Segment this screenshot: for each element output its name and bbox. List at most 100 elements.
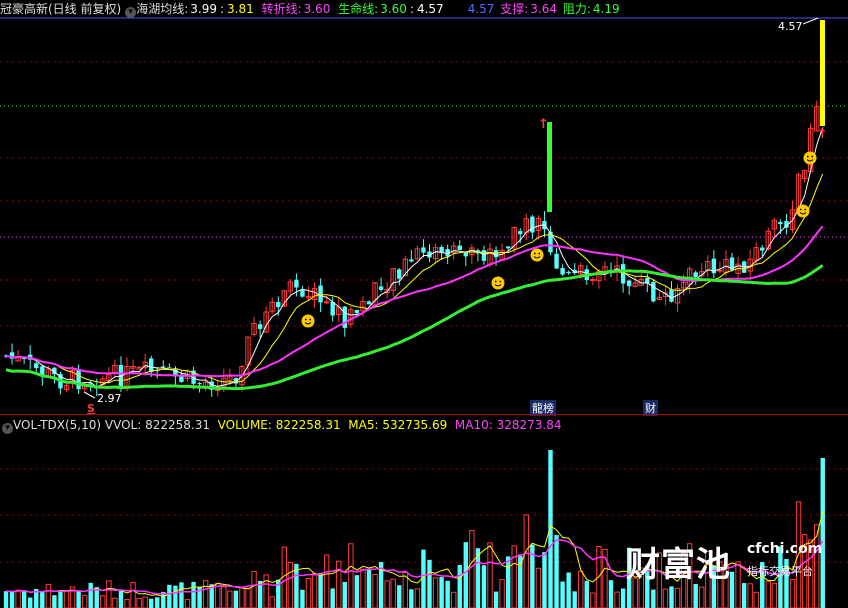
volume-bar: [202, 580, 209, 608]
candle-body: [294, 279, 299, 288]
volume-bar: [572, 591, 577, 608]
volume-bar: [348, 543, 354, 608]
volume-bar: [820, 458, 825, 608]
candle-body: [626, 280, 632, 287]
candle-body: [741, 261, 747, 273]
volume-bar: [432, 577, 439, 608]
candle-body: [215, 389, 221, 392]
volume-bar: [662, 588, 669, 608]
volume-bar: [366, 569, 372, 608]
volume-label: VOLUME:: [217, 418, 272, 432]
candle-body: [409, 259, 414, 262]
candle-body: [518, 231, 523, 235]
extra-value: 4.57: [416, 2, 444, 16]
volume-bar: [184, 598, 191, 608]
candle-body: [397, 269, 402, 279]
volume-bar: [463, 542, 468, 608]
volume-bar: [63, 590, 70, 608]
candle-body: [378, 286, 384, 290]
volume-bar: [560, 581, 565, 608]
volume-bar: [136, 597, 142, 608]
candle-body: [590, 278, 596, 281]
volume-bar: [409, 589, 414, 608]
volume-bar: [40, 591, 45, 608]
volume-bar: [590, 592, 596, 608]
vvol-value: 822258.31: [145, 418, 210, 432]
volume-bar: [487, 542, 493, 608]
candle-body: [34, 363, 39, 369]
volume-bar: [52, 595, 57, 608]
volume-bar: [287, 561, 294, 608]
volume-bar: [451, 591, 457, 608]
signal-bar-yellow: [820, 20, 825, 126]
volume-bar: [106, 580, 112, 608]
ma10-label: MA10:: [454, 418, 493, 432]
candle-body: [493, 250, 499, 258]
candlestick-series: [3, 96, 825, 397]
volume-bar: [167, 584, 172, 608]
chevron-down-icon[interactable]: ▾: [2, 423, 13, 434]
turn-label: 转折线:: [261, 2, 302, 16]
smiley-icon: [301, 314, 315, 328]
stock-title: 冠豪高新(日线 前复权): [0, 2, 122, 16]
volume-bar: [305, 578, 312, 608]
resist-label: 阻力:: [562, 2, 591, 16]
volume-bar: [9, 591, 15, 608]
volume-bar: [445, 580, 450, 608]
candle-body: [669, 289, 674, 302]
volume-bar: [390, 578, 396, 608]
candle-body: [566, 271, 571, 274]
signal-bars: ↑↑: [538, 20, 828, 212]
volume-bar: [21, 590, 27, 608]
watermark-logo: 财富池 cfchi.com 指标交易平台: [626, 537, 823, 585]
volume-bar: [384, 580, 390, 608]
ma-value-2: 3.81: [227, 2, 254, 16]
ma-value-1: 3.99: [190, 2, 217, 16]
up-arrow-icon: ↑: [817, 127, 828, 142]
support-value: 3.64: [530, 2, 557, 16]
volume-bar: [100, 595, 106, 608]
volume-bar: [578, 570, 584, 608]
volume-bar: [45, 584, 52, 608]
ma-line-white: [5, 127, 824, 388]
volume-bar: [511, 545, 517, 608]
chevron-down-icon[interactable]: ▾: [125, 7, 137, 18]
volume-bar: [535, 567, 542, 608]
ma-line-magenta: [5, 225, 824, 378]
candle-body: [421, 247, 426, 253]
volume-bar: [499, 579, 505, 608]
volume-bar: [548, 450, 553, 608]
volume-bar: [3, 591, 9, 608]
candle-body: [161, 366, 166, 368]
volume-bar: [245, 587, 251, 608]
high-price-arrow: [802, 17, 819, 25]
watermark-url: cfchi.com: [747, 541, 823, 557]
low-price-label: 2.97: [97, 392, 122, 405]
volume-bar: [227, 590, 233, 608]
ma5-label: MA5:: [348, 418, 379, 432]
candle-body: [149, 358, 154, 373]
volume-bar: [330, 588, 335, 608]
volume-bar: [747, 583, 753, 608]
volume-bar: [263, 574, 269, 608]
moving-average-lines: [5, 127, 824, 391]
candle-body: [620, 264, 626, 284]
volume-bar: [608, 580, 614, 608]
volume-bar: [741, 583, 747, 608]
volume-bar: [81, 594, 88, 608]
candle-body: [300, 289, 305, 297]
signal-smileys: [301, 151, 817, 328]
watermark-brand: 财富池: [626, 545, 731, 585]
volume-bar: [233, 590, 239, 608]
volume-bar: [221, 586, 227, 608]
volume-bar: [112, 597, 118, 608]
smiley-icon: [491, 276, 505, 290]
volume-chart-header: ▾ VOL-TDX(5,10) VVOL: 822258.31 VOLUME: 8…: [0, 416, 848, 434]
volume-bar: [15, 589, 21, 608]
turn-value: 3.60: [303, 2, 331, 16]
candle-body: [717, 269, 723, 272]
volume-bar: [439, 577, 444, 608]
volume-bar: [342, 581, 347, 608]
volume-bar: [173, 585, 178, 608]
price-chart[interactable]: ↑↑ 4.57 2.97: [0, 0, 848, 414]
